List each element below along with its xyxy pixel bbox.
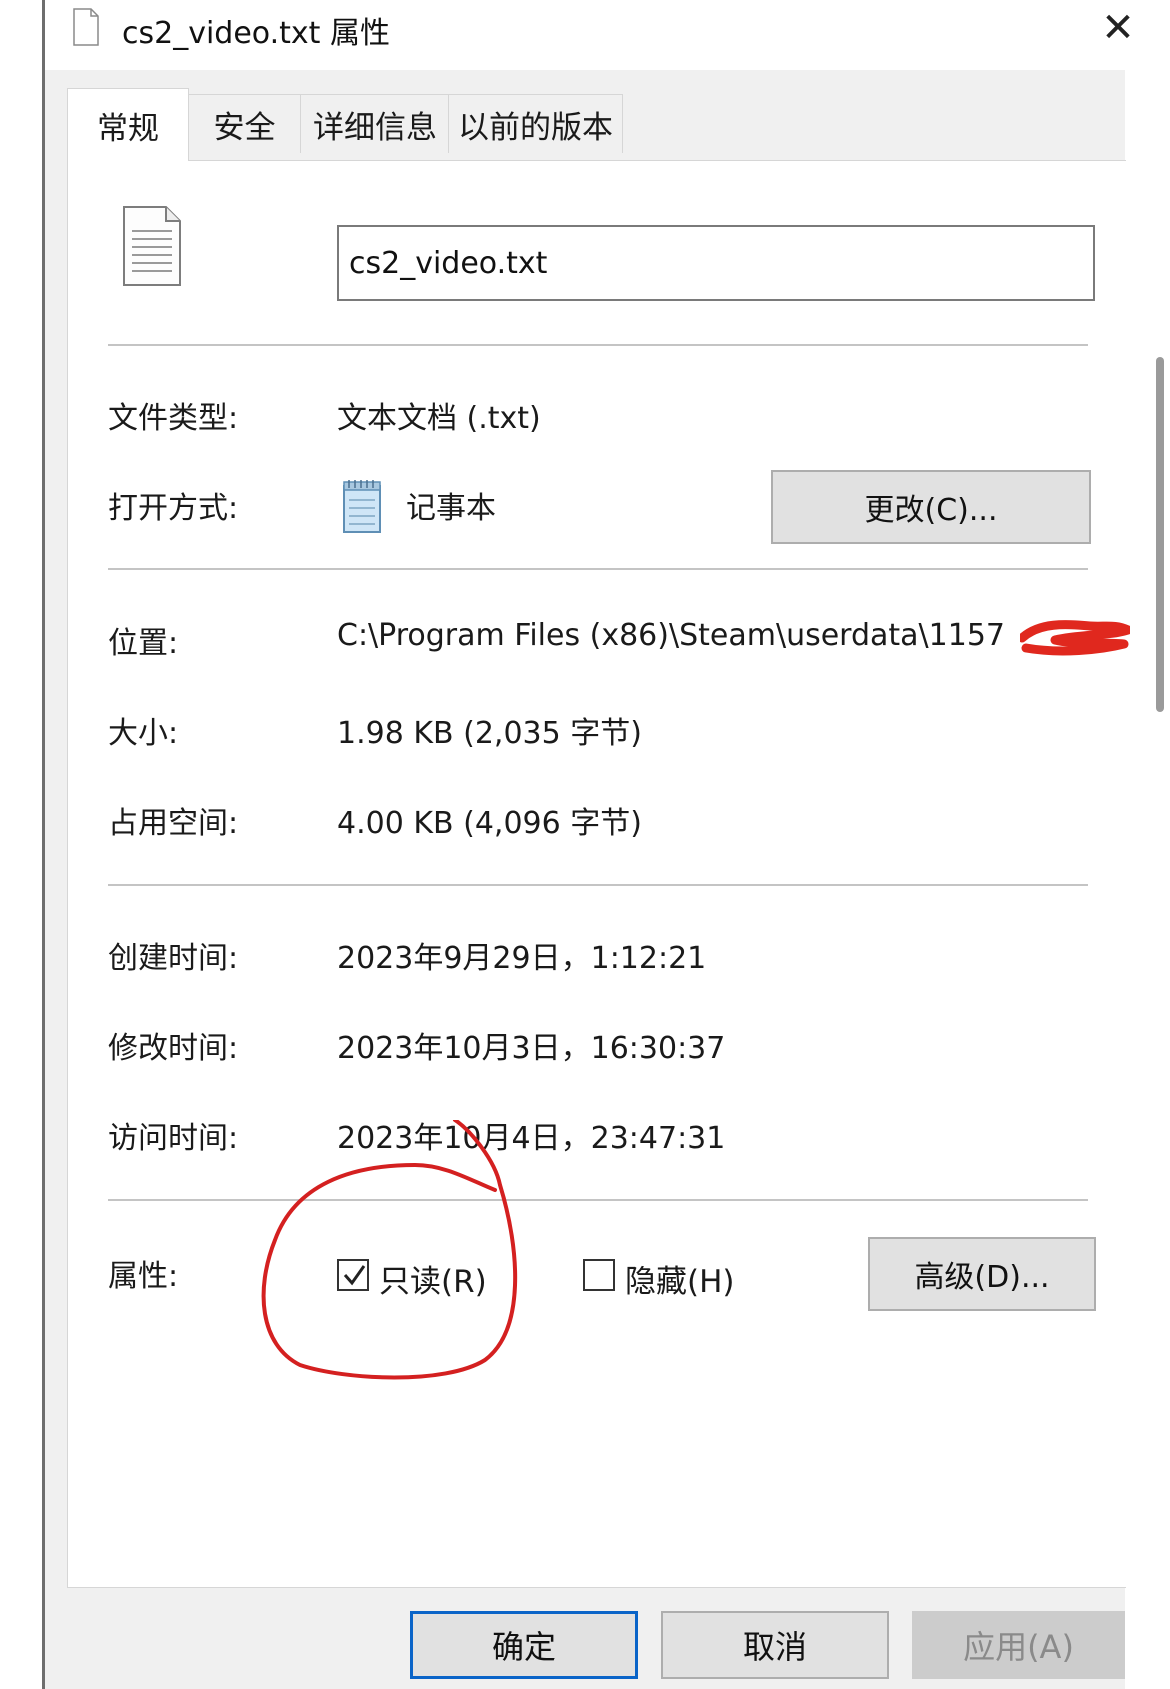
filename-field[interactable] <box>337 225 1095 301</box>
redaction-scribble <box>1020 620 1130 656</box>
divider <box>108 884 1088 886</box>
disk-size-label: 占用空间: <box>108 806 239 841</box>
general-tab-panel <box>67 160 1126 1588</box>
readonly-label[interactable]: 只读(R) <box>379 1256 487 1301</box>
advanced-button[interactable]: 高级(D)... <box>868 1237 1096 1311</box>
checkmark-icon <box>343 1265 366 1286</box>
accessed-value: 2023年10月4日，23:47:31 <box>337 1121 726 1156</box>
background-scrollbar[interactable] <box>1156 357 1164 712</box>
hidden-label[interactable]: 隐藏(H) <box>625 1256 735 1301</box>
hidden-checkbox[interactable] <box>583 1259 615 1291</box>
tab-previous-versions[interactable]: 以前的版本 <box>448 94 623 153</box>
tab-security[interactable]: 安全 <box>187 94 302 153</box>
open-with-label: 打开方式: <box>108 491 239 526</box>
tab-details[interactable]: 详细信息 <box>300 94 450 153</box>
file-type-value: 文本文档 (.txt) <box>337 401 541 436</box>
created-label: 创建时间: <box>108 941 239 976</box>
apply-button[interactable]: 应用(A) <box>912 1611 1125 1679</box>
large-text-file-icon <box>123 206 181 286</box>
divider <box>108 344 1088 346</box>
ok-button[interactable]: 确定 <box>410 1611 638 1679</box>
modified-label: 修改时间: <box>108 1031 239 1066</box>
cancel-button[interactable]: 取消 <box>661 1611 889 1679</box>
background-strip <box>1125 70 1170 1689</box>
close-icon: ✕ <box>1101 5 1135 51</box>
readonly-checkbox[interactable] <box>337 1259 369 1291</box>
location-value: C:\Program Files (x86)\Steam\userdata\11… <box>337 618 1005 653</box>
accessed-label: 访问时间: <box>108 1121 239 1156</box>
disk-size-value: 4.00 KB (4,096 字节) <box>337 806 642 841</box>
background-edge <box>0 0 44 1689</box>
file-type-label: 文件类型: <box>108 401 239 436</box>
change-button[interactable]: 更改(C)... <box>771 470 1091 544</box>
divider <box>108 1199 1088 1201</box>
size-value: 1.98 KB (2,035 字节) <box>337 716 642 751</box>
open-with-value: 记事本 <box>406 491 496 526</box>
text-file-icon <box>73 8 99 46</box>
attributes-label: 属性: <box>108 1259 179 1294</box>
location-label: 位置: <box>108 626 179 661</box>
size-label: 大小: <box>108 716 179 751</box>
divider <box>108 568 1088 570</box>
window-title: cs2_video.txt 属性 <box>122 16 390 51</box>
notepad-icon <box>343 480 381 533</box>
close-button[interactable]: ✕ <box>1096 5 1140 51</box>
created-value: 2023年9月29日，1:12:21 <box>337 941 707 976</box>
tab-general[interactable]: 常规 <box>67 88 189 161</box>
modified-value: 2023年10月3日，16:30:37 <box>337 1031 726 1066</box>
